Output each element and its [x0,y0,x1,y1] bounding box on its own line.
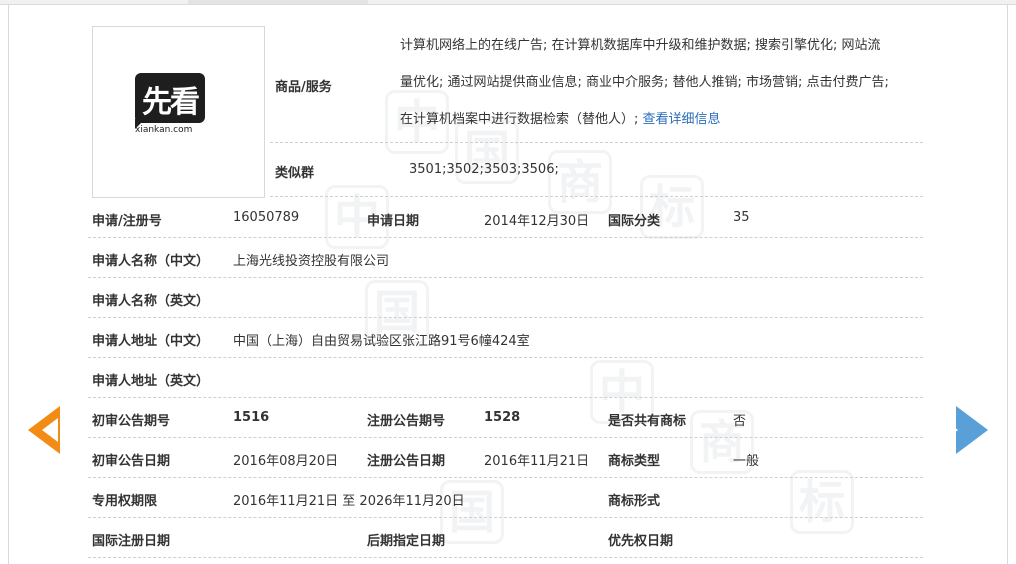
divider [270,142,923,143]
reg-no-value: 16050789 [233,210,300,225]
address-cn-label: 申请人地址（中文） [92,334,210,349]
app-date-value: 2014年12月30日 [484,214,590,229]
xiankan-logo: 先看 [135,73,205,123]
mark-type-label: 商标类型 [608,454,661,469]
reg-no-label: 申请/注册号 [92,214,162,229]
later-date-label: 后期指定日期 [367,534,446,549]
app-date-label: 申请日期 [367,214,420,229]
similar-group-label: 类似群 [275,166,315,181]
applicant-en-label: 申请人名称（英文） [92,294,210,309]
term-label: 专用权期限 [92,494,158,509]
shared-value: 否 [733,414,747,429]
goods-text: 计算机网络上的在线广告; 在计算机数据库中升级和维护数据; 搜索引擎优化; 网站… [400,27,920,138]
divider [88,517,923,518]
arrow-right-icon[interactable] [942,406,988,454]
watermark-glyph: 标 [640,175,704,239]
shared-label: 是否共有商标 [608,414,687,429]
goods-line: 在计算机档案中进行数据检索（替他人）; 查看详细信息 [400,112,721,127]
arrow-left-icon[interactable] [28,406,60,454]
applicant-cn-value: 上海光线投资控股有限公司 [233,254,390,269]
divider [88,357,923,358]
divider [88,237,923,238]
watermark-glyph: 商 [548,150,612,214]
intl-class-label: 国际分类 [608,214,661,229]
goods-line: 计算机网络上的在线广告; 在计算机数据库中升级和维护数据; 搜索引擎优化; 网站… [400,38,881,53]
divider [88,477,923,478]
mark-form-label: 商标形式 [608,494,661,509]
divider [88,397,923,398]
applicant-cn-label: 申请人名称（中文） [92,254,210,269]
mark-type-value: 一般 [733,454,760,469]
reg-pub-date-value: 2016年11月21日 [484,454,590,469]
trademark-image[interactable]: 先看 xiankan.com [92,26,265,198]
reg-pub-no-value: 1528 [484,410,521,425]
divider [88,277,923,278]
divider [88,557,923,558]
reg-pub-date-label: 注册公告日期 [367,454,446,469]
prelim-no-label: 初审公告期号 [92,414,171,429]
goods-line: 量优化; 通过网站提供商业信息; 商业中介服务; 替他人推销; 市场营销; 点击… [400,75,889,90]
address-en-label: 申请人地址（英文） [92,374,210,389]
goods-label: 商品/服务 [275,80,332,95]
prelim-date-value: 2016年08月20日 [233,454,339,469]
prelim-date-label: 初审公告日期 [92,454,171,469]
logo-subtext: xiankan.com [135,125,193,135]
prelim-no-value: 1516 [233,410,270,425]
similar-group-value: 3501;3502;3503;3506; [409,162,559,177]
address-cn-value: 中国（上海）自由贸易试验区张江路91号6幢424室 [233,334,530,349]
divider [88,437,923,438]
intl-reg-date-label: 国际注册日期 [92,534,171,549]
reg-pub-no-label: 注册公告期号 [367,414,446,429]
divider [88,317,923,318]
watermark-glyph: 标 [790,470,854,534]
intl-class-value: 35 [733,210,750,225]
priority-date-label: 优先权日期 [608,534,674,549]
term-value: 2016年11月21日 至 2026年11月20日 [233,494,465,509]
view-details-link[interactable]: 查看详细信息 [643,112,721,127]
divider [270,196,923,197]
